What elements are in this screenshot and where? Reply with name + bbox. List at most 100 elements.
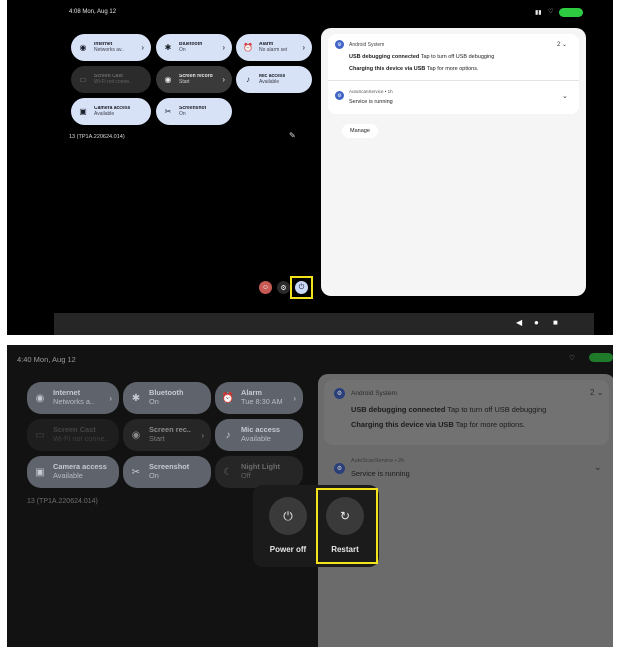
power-icon: ⏻ bbox=[283, 508, 293, 523]
status-time-date: 4:40 Mon, Aug 12 bbox=[17, 355, 76, 364]
internet-tile[interactable]: ◉ Internet Networks a.. › bbox=[27, 382, 119, 414]
screen-record-tile[interactable]: ◉ Screen rec.. Start › bbox=[123, 419, 211, 451]
chevron-right-icon: › bbox=[293, 393, 296, 403]
divider bbox=[328, 80, 579, 81]
build-number: 13 (TP1A.220624.014) bbox=[27, 498, 98, 505]
alarm-icon: ⏰ bbox=[243, 43, 253, 52]
notification-count-badge[interactable]: 2 ⌄ bbox=[590, 388, 603, 397]
chevron-right-icon: › bbox=[141, 43, 144, 52]
notification-usb-debugging[interactable]: USB debugging connected Tap to turn off … bbox=[349, 54, 494, 60]
tile-subtitle: Start bbox=[179, 78, 190, 85]
notification-app-name: Android System bbox=[351, 390, 397, 397]
notification-line1-bold: USB debugging connected bbox=[349, 54, 420, 60]
notification-app-name: Android System bbox=[349, 42, 385, 48]
notification-usb-debugging[interactable]: USB debugging connected Tap to turn off … bbox=[351, 405, 546, 414]
mic-access-tile[interactable]: ♪ Mic access Available bbox=[215, 419, 303, 451]
alarm-tile[interactable]: ⏰ Alarm Tue 8:30 AM › bbox=[215, 382, 303, 414]
manage-button[interactable]: Manage bbox=[342, 124, 378, 138]
battery-icon bbox=[589, 353, 613, 362]
screenshot-tile[interactable]: ✂ Screenshot On bbox=[123, 456, 211, 488]
notification-service-running[interactable]: Service is running bbox=[351, 469, 410, 478]
screen-cast-tile[interactable]: ▭ Screen Cast Wi-Fi not conne.. bbox=[27, 419, 119, 451]
camera-icon: ▣ bbox=[79, 107, 87, 116]
notification-line1-text: Tap to turn off USB debugging bbox=[445, 405, 547, 414]
cast-icon: ▭ bbox=[79, 75, 87, 84]
screenshot-tile[interactable]: ✂ Screenshot On bbox=[156, 98, 232, 125]
autoscan-service-icon: ⚙ bbox=[334, 463, 345, 474]
scissors-icon: ✂ bbox=[131, 466, 141, 478]
notification-line2-bold: Charging this device via USB bbox=[351, 420, 454, 429]
chevron-down-icon[interactable]: ⌄ bbox=[594, 462, 602, 473]
notification-line2-bold: Charging this device via USB bbox=[349, 66, 426, 72]
settings-icon[interactable]: ⚙ bbox=[277, 281, 290, 294]
chevron-down-icon[interactable]: ⌄ bbox=[562, 92, 568, 100]
tile-subtitle: No alarm set bbox=[259, 46, 288, 53]
power-off-label: Power off bbox=[269, 545, 307, 554]
tile-subtitle: Available bbox=[241, 434, 271, 443]
camera-icon: ▣ bbox=[35, 466, 45, 478]
notification-count: 2 bbox=[590, 388, 595, 397]
status-time-date: 4:08 Mon, Aug 12 bbox=[69, 9, 117, 15]
night-light-tile[interactable]: ☾ Night Light Off bbox=[215, 456, 303, 488]
tile-subtitle: Wi-Fi not conne.. bbox=[94, 78, 132, 85]
bluetooth-icon: ✱ bbox=[164, 43, 172, 52]
chevron-right-icon: › bbox=[201, 430, 204, 440]
wifi-status-icon: ♡ bbox=[569, 355, 576, 362]
chevron-down-icon: ⌄ bbox=[596, 388, 604, 397]
navigation-bar bbox=[54, 313, 594, 335]
power-off-button[interactable]: ⏻ bbox=[269, 497, 307, 535]
tile-subtitle: Networks av.. bbox=[94, 46, 124, 53]
screenshot-power-menu: 4:40 Mon, Aug 12 ♡ ◉ Internet Networks a.… bbox=[7, 345, 613, 647]
edit-icon[interactable]: ✎ bbox=[289, 131, 296, 140]
screen-record-tile[interactable]: ◉ Screen record Start › bbox=[156, 66, 232, 93]
tile-subtitle: Available bbox=[94, 110, 115, 117]
tile-subtitle: Wi-Fi not conne.. bbox=[53, 434, 109, 443]
bluetooth-tile[interactable]: ✱ Bluetooth On bbox=[123, 382, 211, 414]
notification-app-name: AutoScanService • 1h bbox=[349, 89, 393, 94]
record-icon: ◉ bbox=[164, 75, 172, 84]
notification-count-badge[interactable]: 2 ⌄ bbox=[557, 41, 567, 48]
cast-icon: ▭ bbox=[35, 429, 45, 441]
android-system-icon: ⚙ bbox=[335, 40, 344, 49]
notification-service-running[interactable]: Service is running bbox=[349, 99, 393, 105]
tile-subtitle: On bbox=[179, 46, 186, 53]
chevron-down-icon: ⌄ bbox=[562, 42, 568, 48]
notification-usb-charging[interactable]: Charging this device via USB Tap for mor… bbox=[349, 66, 479, 72]
mic-icon: ♪ bbox=[225, 429, 231, 441]
autoscan-service-icon: ⚙ bbox=[335, 91, 344, 100]
highlight-box bbox=[316, 488, 378, 564]
back-icon[interactable]: ◀ bbox=[516, 318, 522, 327]
screenshot-power-button-highlighted: 4:08 Mon, Aug 12 ▮▮ ♡ ◉ Internet Networks… bbox=[7, 0, 613, 335]
notification-usb-charging[interactable]: Charging this device via USB Tap for mor… bbox=[351, 420, 525, 429]
tile-subtitle: On bbox=[149, 397, 159, 406]
wifi-status-icon: ♡ bbox=[548, 9, 554, 15]
notification-line1-bold: USB debugging connected bbox=[351, 405, 446, 414]
android-system-icon: ⚙ bbox=[334, 388, 345, 399]
mic-access-tile[interactable]: ♪ Mic access Available bbox=[236, 66, 312, 93]
alarm-tile[interactable]: ⏰ Alarm No alarm set › bbox=[236, 34, 312, 61]
bluetooth-icon: ✱ bbox=[131, 392, 141, 404]
signal-icon: ▮▮ bbox=[535, 10, 542, 16]
highlight-box bbox=[290, 276, 313, 299]
tile-subtitle: Off bbox=[241, 471, 251, 480]
moon-icon: ☾ bbox=[223, 466, 233, 478]
chevron-right-icon: › bbox=[222, 43, 225, 52]
camera-access-tile[interactable]: ▣ Camera access Available bbox=[27, 456, 119, 488]
tile-subtitle: Available bbox=[53, 471, 83, 480]
record-icon: ◉ bbox=[131, 429, 141, 441]
tile-subtitle: Networks a.. bbox=[53, 397, 95, 406]
notification-line1-text: Tap to turn off USB debugging bbox=[419, 54, 495, 60]
chevron-right-icon: › bbox=[222, 75, 225, 84]
bluetooth-tile[interactable]: ✱ Bluetooth On › bbox=[156, 34, 232, 61]
user-avatar-icon[interactable]: ☺ bbox=[259, 281, 272, 294]
tile-subtitle: Tue 8:30 AM bbox=[241, 397, 283, 406]
chevron-right-icon: › bbox=[109, 393, 112, 403]
wifi-icon: ◉ bbox=[35, 392, 45, 404]
camera-access-tile[interactable]: ▣ Camera access Available bbox=[71, 98, 151, 125]
internet-tile[interactable]: ◉ Internet Networks av.. › bbox=[71, 34, 151, 61]
home-icon[interactable]: ● bbox=[534, 318, 539, 327]
notification-line2-text: Tap for more options. bbox=[425, 66, 479, 72]
recents-icon[interactable]: ■ bbox=[553, 318, 558, 327]
screen-cast-tile[interactable]: ▭ Screen Cast Wi-Fi not conne.. bbox=[71, 66, 151, 93]
build-number: 13 (TP1A.220624.014) bbox=[69, 134, 125, 140]
